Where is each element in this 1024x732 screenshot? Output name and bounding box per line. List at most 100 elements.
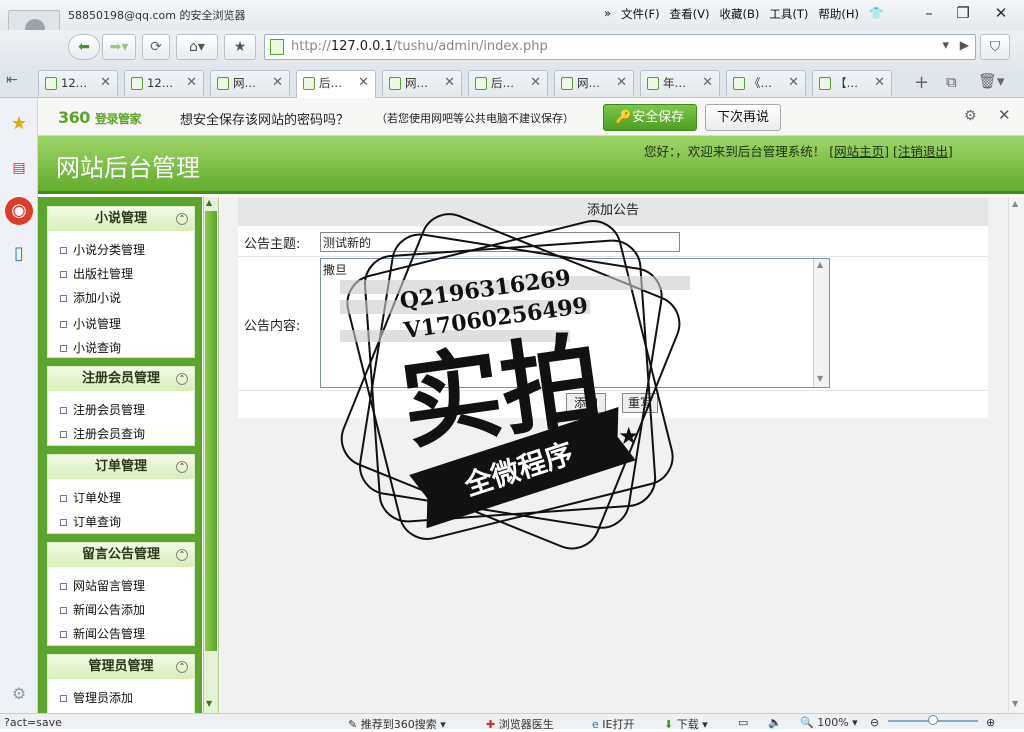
mobile-icon[interactable]: ▯ [5, 240, 33, 268]
zoom-in-icon[interactable]: ⊕ [986, 716, 995, 729]
sidebar-toggle-icon[interactable]: ⇤ [6, 72, 18, 88]
browser-tab[interactable]: 【… ✕ [812, 70, 892, 96]
not-now-button[interactable]: 下次再说 [705, 104, 781, 131]
settings-gear-icon[interactable]: ⚙ [5, 680, 33, 708]
download[interactable]: ⬇ 下载 ▾ [664, 716, 708, 732]
window-icon[interactable]: ▭ [738, 716, 748, 729]
shirt-icon[interactable]: 👕 [869, 6, 883, 22]
collapse-icon[interactable]: ⌃ [176, 213, 188, 225]
menu-favorites[interactable]: 收藏(B) [719, 6, 759, 22]
menu-file[interactable]: 文件(F) [621, 6, 660, 22]
menu-group-title[interactable]: 小说管理 ⌃ [48, 207, 194, 231]
tab-close-icon[interactable]: ✕ [272, 71, 283, 95]
collapse-icon[interactable]: ⌃ [176, 549, 188, 561]
menu-item[interactable]: 新闻公告管理 [60, 625, 145, 642]
secure-save-button[interactable]: 🔑安全保存 [603, 104, 697, 131]
textarea-scroll-down-icon[interactable]: ▼ [817, 374, 823, 383]
close-window-icon[interactable]: ✕ [986, 2, 1016, 24]
menu-item[interactable]: 注册会员管理 [60, 401, 145, 418]
tab-close-icon[interactable]: ✕ [186, 71, 197, 95]
menu-scrollbar[interactable]: ▲ ▼ [203, 197, 219, 713]
textarea-scrollbar[interactable]: ▲ ▼ [813, 259, 829, 387]
textarea-scroll-up-icon[interactable]: ▲ [817, 260, 823, 269]
zoom-control[interactable]: 🔍 100% ▾ [800, 716, 858, 729]
menu-item[interactable]: 小说管理 [60, 315, 121, 332]
new-tab-icon[interactable]: + [914, 72, 929, 93]
shield-button[interactable]: ⛉ [980, 34, 1010, 60]
tab-close-icon[interactable]: ✕ [874, 71, 885, 95]
zoom-out-icon[interactable]: ⊖ [870, 716, 879, 729]
menu-item[interactable]: 小说查询 [60, 339, 121, 356]
browser-tab[interactable]: 后… ✕ [296, 70, 376, 98]
menu-group-title[interactable]: 管理员管理 ⌃ [48, 655, 194, 679]
menu-help[interactable]: 帮助(H) [818, 6, 859, 22]
weibo-icon[interactable]: ◉ [5, 197, 33, 225]
page-scrollbar[interactable]: ▲ ▼ [1008, 197, 1024, 713]
favorites-star-icon[interactable]: ★ [5, 110, 33, 138]
volume-icon[interactable]: 🔈 [768, 716, 782, 729]
tab-close-icon[interactable]: ✕ [100, 71, 111, 95]
menu-expand-icon[interactable]: » [604, 6, 611, 22]
address-bar[interactable]: http://127.0.0.1/tushu/admin/index.php ▾… [264, 34, 976, 60]
collapse-icon[interactable]: ⌃ [176, 373, 188, 385]
browser-tab[interactable]: 年… ✕ [640, 70, 720, 96]
refresh-icon: ⟳ [150, 39, 162, 55]
forward-button[interactable]: ➡▾ [102, 34, 136, 60]
menu-tools[interactable]: 工具(T) [769, 6, 808, 22]
page-scroll-down-icon[interactable]: ▼ [1012, 699, 1018, 708]
browser-doctor[interactable]: ✚ 浏览器医生 [486, 716, 554, 732]
zoom-slider-thumb[interactable] [928, 715, 938, 725]
refresh-button[interactable]: ⟳ [142, 34, 170, 60]
settings-icon[interactable]: ⚙ [964, 108, 977, 124]
menu-item[interactable]: 新闻公告添加 [60, 601, 145, 618]
menu-group-title[interactable]: 留言公告管理 ⌃ [48, 543, 194, 567]
collapse-icon[interactable]: ⌃ [176, 661, 188, 673]
browser-tab[interactable]: 《… ✕ [726, 70, 806, 96]
search-recommend[interactable]: ✎ 推荐到360搜索 ▾ [348, 716, 446, 732]
collapse-icon[interactable]: ⌃ [176, 461, 188, 473]
go-icon[interactable]: ▶ [960, 38, 969, 52]
menu-item[interactable]: 订单查询 [60, 513, 121, 530]
menu-view[interactable]: 查看(V) [670, 6, 710, 22]
page-scroll-up-icon[interactable]: ▲ [1012, 199, 1018, 208]
menu-item[interactable]: 出版社管理 [60, 265, 133, 282]
tab-close-icon[interactable]: ✕ [616, 71, 627, 95]
tab-close-icon[interactable]: ✕ [358, 71, 369, 95]
menu-item[interactable]: 添加小说 [60, 289, 121, 306]
menu-item[interactable]: 管理员添加 [60, 689, 133, 706]
tab-favicon-icon [819, 77, 831, 90]
menu-group-title[interactable]: 注册会员管理 ⌃ [48, 367, 194, 391]
restore-icon[interactable]: ❐ [948, 2, 978, 24]
menu-item[interactable]: 订单处理 [60, 489, 121, 506]
menu-item[interactable]: 网站留言管理 [60, 577, 145, 594]
home-link[interactable]: 网站主页 [834, 144, 884, 159]
favorite-button[interactable]: ★ [224, 34, 256, 60]
browser-tab[interactable]: 网… ✕ [210, 70, 290, 96]
address-url[interactable]: http://127.0.0.1/tushu/admin/index.php [291, 39, 548, 54]
ie-open[interactable]: e IE打开 [592, 716, 634, 732]
menu-group-title[interactable]: 订单管理 ⌃ [48, 455, 194, 479]
browser-tab[interactable]: 网… ✕ [554, 70, 634, 96]
dropdown-icon[interactable]: ▾ [942, 38, 949, 53]
scroll-down-icon[interactable]: ▼ [206, 699, 212, 708]
menu-item[interactable]: 小说分类管理 [60, 241, 145, 258]
close-bar-icon[interactable]: ✕ [998, 106, 1011, 124]
logout-link[interactable]: 注销退出 [898, 144, 948, 159]
menu-item[interactable]: 注册会员查询 [60, 425, 145, 442]
minimize-icon[interactable]: – [914, 2, 944, 24]
scroll-thumb[interactable] [205, 211, 217, 651]
tab-close-icon[interactable]: ✕ [788, 71, 799, 95]
scroll-up-icon[interactable]: ▲ [206, 198, 212, 207]
tab-close-icon[interactable]: ✕ [702, 71, 713, 95]
browser-tab[interactable]: 网… ✕ [382, 70, 462, 96]
news-icon[interactable]: ▤ [5, 154, 33, 182]
browser-tab[interactable]: 12… ✕ [124, 70, 204, 96]
browser-tab[interactable]: 后… ✕ [468, 70, 548, 96]
browser-tab[interactable]: 12… ✕ [38, 70, 118, 96]
trash-icon[interactable]: 🗑▾ [978, 72, 1005, 90]
tab-list-icon[interactable]: ⧉ [946, 73, 957, 91]
back-button[interactable]: ⬅ [68, 34, 100, 60]
home-button[interactable]: ⌂▾ [176, 34, 218, 60]
tab-close-icon[interactable]: ✕ [530, 71, 541, 95]
tab-close-icon[interactable]: ✕ [444, 71, 455, 95]
